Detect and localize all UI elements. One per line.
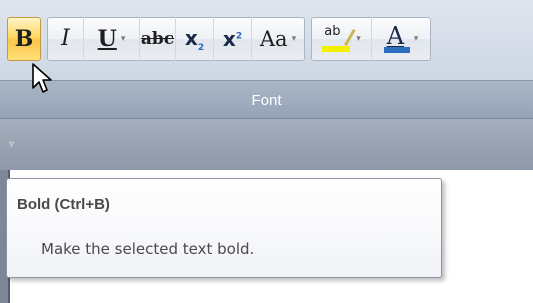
highlighter-icon: ab <box>322 23 356 54</box>
bold-glyph: B <box>14 26 34 52</box>
dropdown-arrow-icon[interactable]: ▾ <box>292 34 297 44</box>
italic-glyph: I <box>61 26 70 51</box>
tooltip-description: Make the selected text bold. <box>41 240 255 258</box>
dropdown-arrow-icon[interactable]: ▾ <box>414 34 419 44</box>
change-case-button[interactable]: Aa ▾ <box>252 17 304 61</box>
pointer-cursor-icon <box>32 63 52 93</box>
superscript-button[interactable]: x2 <box>214 17 252 61</box>
bold-button[interactable]: B <box>7 17 41 61</box>
italic-button[interactable]: I <box>48 17 84 61</box>
text-highlight-button[interactable]: ab ▾ <box>312 17 372 61</box>
underline-glyph: U <box>97 26 117 52</box>
customize-arrow-icon[interactable]: ▿ <box>9 139 14 150</box>
tooltip-title: Bold (Ctrl+B) <box>17 196 110 213</box>
subscript-icon: x2 <box>184 25 205 53</box>
strikethrough-glyph: abc <box>140 28 175 49</box>
bold-tooltip: Bold (Ctrl+B) Make the selected text bol… <box>6 178 442 278</box>
font-group-label: Font <box>0 80 533 119</box>
dropdown-arrow-icon[interactable]: ▾ <box>121 34 126 44</box>
font-ribbon-group: B I U ▾ abc x2 x2 Aa ▾ ab ▾ A ▾ Font <box>0 0 533 119</box>
text-style-segment: I U ▾ abc x2 x2 Aa ▾ <box>47 17 305 61</box>
font-button-row: B I U ▾ abc x2 x2 Aa ▾ ab ▾ A ▾ <box>7 15 437 63</box>
font-color-button[interactable]: A ▾ <box>372 17 430 61</box>
font-color-icon: A <box>383 22 410 54</box>
subscript-button[interactable]: x2 <box>176 17 214 61</box>
dropdown-arrow-icon[interactable]: ▾ <box>356 34 361 44</box>
change-case-glyph: Aa <box>259 26 288 51</box>
underline-button[interactable]: U ▾ <box>84 17 140 61</box>
strikethrough-button[interactable]: abc <box>140 17 176 61</box>
superscript-icon: x2 <box>222 27 243 51</box>
color-segment: ab ▾ A ▾ <box>311 17 431 61</box>
quick-access-strip: ▿ <box>0 118 533 171</box>
